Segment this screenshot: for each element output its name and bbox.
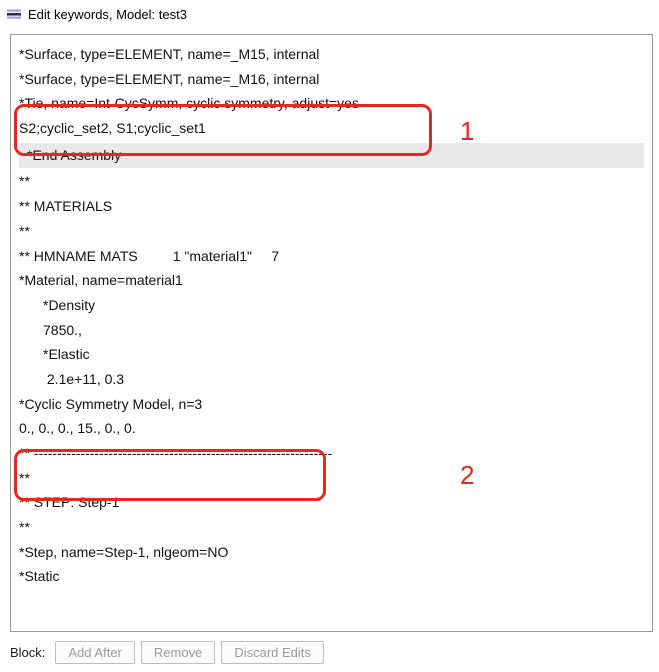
titlebar: Edit keywords, Model: test3 <box>0 0 659 28</box>
code-line[interactable]: ** MATERIALS <box>19 196 644 218</box>
code-line[interactable]: S2;cyclic_set2, S1;cyclic_set1 <box>19 118 644 140</box>
code-line[interactable]: *Cyclic Symmetry Model, n=3 <box>19 394 644 416</box>
code-line[interactable]: ** <box>19 468 644 490</box>
code-line[interactable]: *Tie, name=Int-CycSymm, cyclic symmetry,… <box>19 93 644 115</box>
code-line[interactable]: 7850., <box>19 320 644 342</box>
code-line[interactable]: 2.1e+11, 0.3 <box>19 369 644 391</box>
remove-button[interactable]: Remove <box>141 641 215 664</box>
code-line[interactable]: *Surface, type=ELEMENT, name=_M16, inter… <box>19 69 644 91</box>
code-line[interactable]: ** <box>19 171 644 193</box>
code-line[interactable]: *Material, name=material1 <box>19 270 644 292</box>
code-line[interactable]: ** -------------------------------------… <box>19 443 644 465</box>
code-line[interactable]: ** <box>19 517 644 539</box>
code-line[interactable]: *Surface, type=ELEMENT, name=_M15, inter… <box>19 44 644 66</box>
code-line[interactable]: *Step, name=Step-1, nlgeom=NO <box>19 542 644 564</box>
code-line[interactable]: *Density <box>19 295 644 317</box>
code-line[interactable]: ** HMNAME MATS 1 "material1" 7 <box>19 246 644 268</box>
code-line[interactable]: *Static <box>19 566 644 588</box>
window-title: Edit keywords, Model: test3 <box>28 7 187 22</box>
bottom-toolbar: Block: Add After Remove Discard Edits <box>10 638 653 666</box>
code-line-selected[interactable]: *End Assembly <box>19 143 644 169</box>
block-label: Block: <box>10 645 45 660</box>
code-line[interactable]: *Elastic <box>19 344 644 366</box>
code-line[interactable]: ** STEP: Step-1 <box>19 492 644 514</box>
app-icon <box>6 6 22 22</box>
add-after-button[interactable]: Add After <box>55 641 134 664</box>
code-line[interactable]: ** <box>19 221 644 243</box>
keyword-editor[interactable]: *Surface, type=ELEMENT, name=_M15, inter… <box>11 35 652 597</box>
discard-edits-button[interactable]: Discard Edits <box>221 641 324 664</box>
code-line[interactable]: 0., 0., 0., 15., 0., 0. <box>19 418 644 440</box>
keyword-editor-frame: *Surface, type=ELEMENT, name=_M15, inter… <box>10 34 653 632</box>
